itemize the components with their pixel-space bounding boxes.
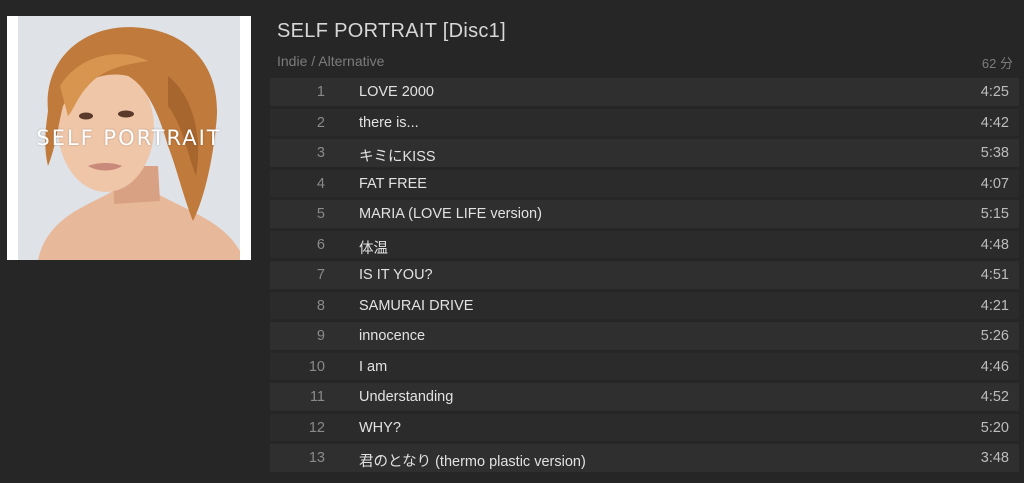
album-cover-text: SELF PORTRAIT xyxy=(36,126,222,150)
track-title: there is... xyxy=(359,114,419,131)
track-row[interactable]: 4 FAT FREE 4:07 xyxy=(270,169,1019,197)
track-title: Understanding xyxy=(359,389,454,405)
track-number: 13 xyxy=(308,450,325,466)
track-title: I am xyxy=(359,358,388,375)
track-title: 体温 xyxy=(359,240,388,257)
track-row[interactable]: 3 キミにKISS 5:38 xyxy=(270,139,1019,167)
track-duration: 4:25 xyxy=(980,84,1009,100)
track-duration: 5:20 xyxy=(980,419,1009,436)
track-duration: 4:21 xyxy=(980,297,1009,314)
track-row[interactable]: 9 innocence 5:26 xyxy=(270,322,1019,350)
track-title: innocence xyxy=(359,328,426,344)
track-row[interactable]: 13 君のとなり (thermo plastic version) 3:48 xyxy=(270,444,1019,472)
track-title: WHY? xyxy=(359,419,401,436)
track-title: IS IT YOU? xyxy=(359,267,433,283)
album-genre: Indie / Alternative xyxy=(277,53,385,69)
track-title: キミにKISS xyxy=(359,149,436,165)
track-duration: 5:26 xyxy=(980,328,1009,344)
track-title: LOVE 2000 xyxy=(359,84,434,100)
track-number: 1 xyxy=(316,84,325,100)
track-number: 6 xyxy=(316,236,325,253)
track-duration: 5:15 xyxy=(980,206,1009,222)
track-number: 2 xyxy=(316,114,325,131)
track-row[interactable]: 7 IS IT YOU? 4:51 xyxy=(270,261,1019,289)
album-title: SELF PORTRAIT [Disc1] xyxy=(277,20,506,42)
track-duration: 4:48 xyxy=(980,236,1009,253)
track-number: 4 xyxy=(316,175,325,192)
track-duration: 4:07 xyxy=(980,175,1009,192)
track-title: MARIA (LOVE LIFE version) xyxy=(359,206,542,222)
track-duration: 4:42 xyxy=(980,114,1009,131)
album-cover[interactable]: SELF PORTRAIT xyxy=(7,16,251,260)
track-number: 7 xyxy=(316,267,325,283)
track-number: 8 xyxy=(316,297,325,314)
track-row[interactable]: 8 SAMURAI DRIVE 4:21 xyxy=(270,291,1019,319)
track-number: 12 xyxy=(308,419,325,436)
track-row[interactable]: 6 体温 4:48 xyxy=(270,230,1019,258)
track-number: 5 xyxy=(316,206,325,222)
track-row[interactable]: 2 there is... 4:42 xyxy=(270,108,1019,136)
track-duration: 4:51 xyxy=(980,267,1009,283)
track-duration: 4:46 xyxy=(980,358,1009,375)
track-number: 3 xyxy=(316,145,325,161)
track-row[interactable]: 12 WHY? 5:20 xyxy=(270,413,1019,441)
track-row[interactable]: 5 MARIA (LOVE LIFE version) 5:15 xyxy=(270,200,1019,228)
track-number: 11 xyxy=(309,389,325,405)
track-duration: 5:38 xyxy=(980,145,1009,161)
track-title: 君のとなり (thermo plastic version) xyxy=(359,454,586,470)
track-row[interactable]: 10 I am 4:46 xyxy=(270,352,1019,380)
track-number: 9 xyxy=(316,328,325,344)
track-duration: 4:52 xyxy=(980,389,1009,405)
track-title: SAMURAI DRIVE xyxy=(359,297,474,314)
album-duration: 62 分 xyxy=(981,56,1013,71)
album-view: SELF PORTRAIT SELF PORTRAIT [Disc1] Indi… xyxy=(0,0,1024,483)
track-row[interactable]: 1 LOVE 2000 4:25 xyxy=(270,78,1019,106)
track-number: 10 xyxy=(308,358,325,375)
track-row[interactable]: 11 Understanding 4:52 xyxy=(270,383,1019,411)
track-list: 1 LOVE 2000 4:25 2 there is... 4:42 3 キミ… xyxy=(270,78,1019,475)
track-duration: 3:48 xyxy=(980,450,1009,466)
track-title: FAT FREE xyxy=(359,175,427,192)
